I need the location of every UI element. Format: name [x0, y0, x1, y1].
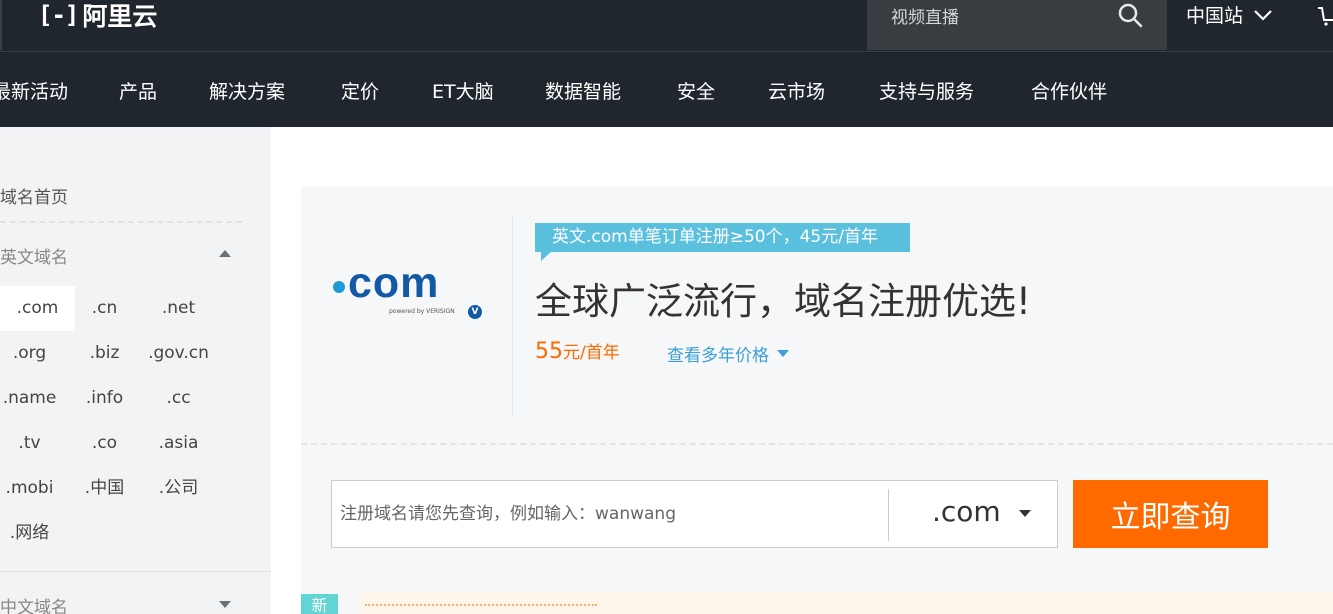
logo-text: 阿里云	[82, 2, 158, 31]
nav-item-data-intelligence[interactable]: 数据智能	[545, 77, 621, 104]
tld-option[interactable]: .网络	[0, 511, 67, 556]
tld-option[interactable]: .mobi	[0, 466, 67, 511]
tld-option[interactable]: .gov.cn	[141, 331, 216, 376]
logo-powered-text: powered by VERISIGN	[389, 308, 455, 315]
vertical-divider	[512, 217, 513, 417]
logo-dot	[333, 281, 345, 293]
sidebar-divider	[0, 571, 271, 572]
site-switch-label: 中国站	[1186, 5, 1244, 27]
tld-option[interactable]: .cc	[141, 376, 216, 421]
tld-select-value: .com	[932, 495, 1001, 528]
tld-option[interactable]: .name	[0, 376, 67, 421]
query-now-button[interactable]: 立即查询	[1073, 480, 1268, 548]
nav-item-et-brain[interactable]: ET大脑	[432, 77, 494, 104]
price: 55元/首年	[535, 338, 620, 364]
nav-item-support[interactable]: 支持与服务	[879, 77, 974, 104]
aliyun-logo[interactable]: [-] 阿里云	[38, 0, 158, 31]
top-header: [-] 阿里云 视频直播 中国站	[0, 0, 1333, 52]
header-edge-line	[0, 0, 2, 50]
com-verisign-logo: com powered by VERISIGN V	[331, 259, 491, 325]
tld-option[interactable]: .org	[0, 331, 67, 376]
dashed-separator	[301, 443, 1333, 445]
chevron-down-icon	[1254, 9, 1272, 21]
new-badge: 新	[301, 594, 338, 614]
verisign-check-icon: V	[468, 305, 482, 319]
site-switcher[interactable]: 中国站	[1186, 1, 1273, 28]
product-card: com powered by VERISIGN V 英文.com单笔订单注册≥5…	[301, 187, 1333, 614]
nav-item-pricing[interactable]: 定价	[341, 77, 379, 104]
sidebar-divider	[0, 221, 242, 223]
promo-tag-tail	[541, 252, 551, 261]
nav-item-products[interactable]: 产品	[119, 77, 157, 104]
tld-option[interactable]: .公司	[141, 466, 216, 511]
input-divider	[888, 489, 889, 541]
tld-option[interactable]: .biz	[67, 331, 142, 376]
nav-item-partners[interactable]: 合作伙伴	[1031, 77, 1107, 104]
tld-option[interactable]: .net	[141, 286, 216, 331]
tld-option[interactable]: .com	[0, 286, 75, 331]
tld-option[interactable]: .中国	[67, 466, 142, 511]
logo-word: com	[348, 259, 440, 307]
nav-item-marketplace[interactable]: 云市场	[768, 77, 825, 104]
tld-select[interactable]: .com	[932, 495, 1031, 528]
collapse-up-icon[interactable]	[219, 250, 231, 257]
nav-item-latest[interactable]: 最新活动	[0, 77, 68, 104]
domain-sidebar: 域名首页 英文域名 .com .cn .net .org .biz .gov.c…	[0, 127, 271, 614]
sidebar-item-domain-home[interactable]: 域名首页	[0, 183, 68, 208]
bottom-promo-strip-right	[1139, 592, 1333, 614]
nav-item-security[interactable]: 安全	[677, 77, 715, 104]
price-unit: 元/首年	[563, 343, 620, 363]
sidebar-section-english[interactable]: 英文域名	[0, 243, 68, 268]
nav-item-solutions[interactable]: 解决方案	[209, 77, 285, 104]
tld-option[interactable]: .tv	[0, 421, 67, 466]
bottom-promo-strip	[359, 592, 1139, 614]
expand-down-icon[interactable]	[219, 601, 231, 608]
tld-option[interactable]: .co	[67, 421, 142, 466]
tld-option[interactable]: .info	[67, 376, 142, 421]
domain-search-input[interactable]	[340, 499, 880, 529]
product-headline: 全球广泛流行，域名注册优选!	[535, 280, 1031, 323]
dropdown-arrow-icon	[1018, 510, 1031, 517]
tld-option[interactable]: .cn	[67, 286, 142, 331]
domain-query-box: .com	[331, 480, 1058, 548]
caret-down-icon	[777, 350, 789, 357]
main-nav: 最新活动 产品 解决方案 定价 ET大脑 数据智能 安全 云市场 支持与服务 合…	[0, 52, 1333, 127]
dotted-border	[365, 604, 597, 606]
promo-tag: 英文.com单笔订单注册≥50个，45元/首年	[535, 223, 910, 252]
search-placeholder: 视频直播	[891, 8, 959, 28]
cart-icon[interactable]	[1318, 4, 1333, 26]
logo-mark: [-]	[38, 1, 79, 29]
search-icon[interactable]	[1117, 2, 1143, 28]
price-value: 55	[535, 339, 563, 364]
tld-option[interactable]: .asia	[141, 421, 216, 466]
multi-year-label: 查看多年价格	[667, 346, 769, 366]
sidebar-section-chinese[interactable]: 中文域名	[0, 593, 68, 614]
global-search-box[interactable]: 视频直播	[867, 0, 1167, 50]
multi-year-price-link[interactable]: 查看多年价格	[667, 341, 789, 366]
